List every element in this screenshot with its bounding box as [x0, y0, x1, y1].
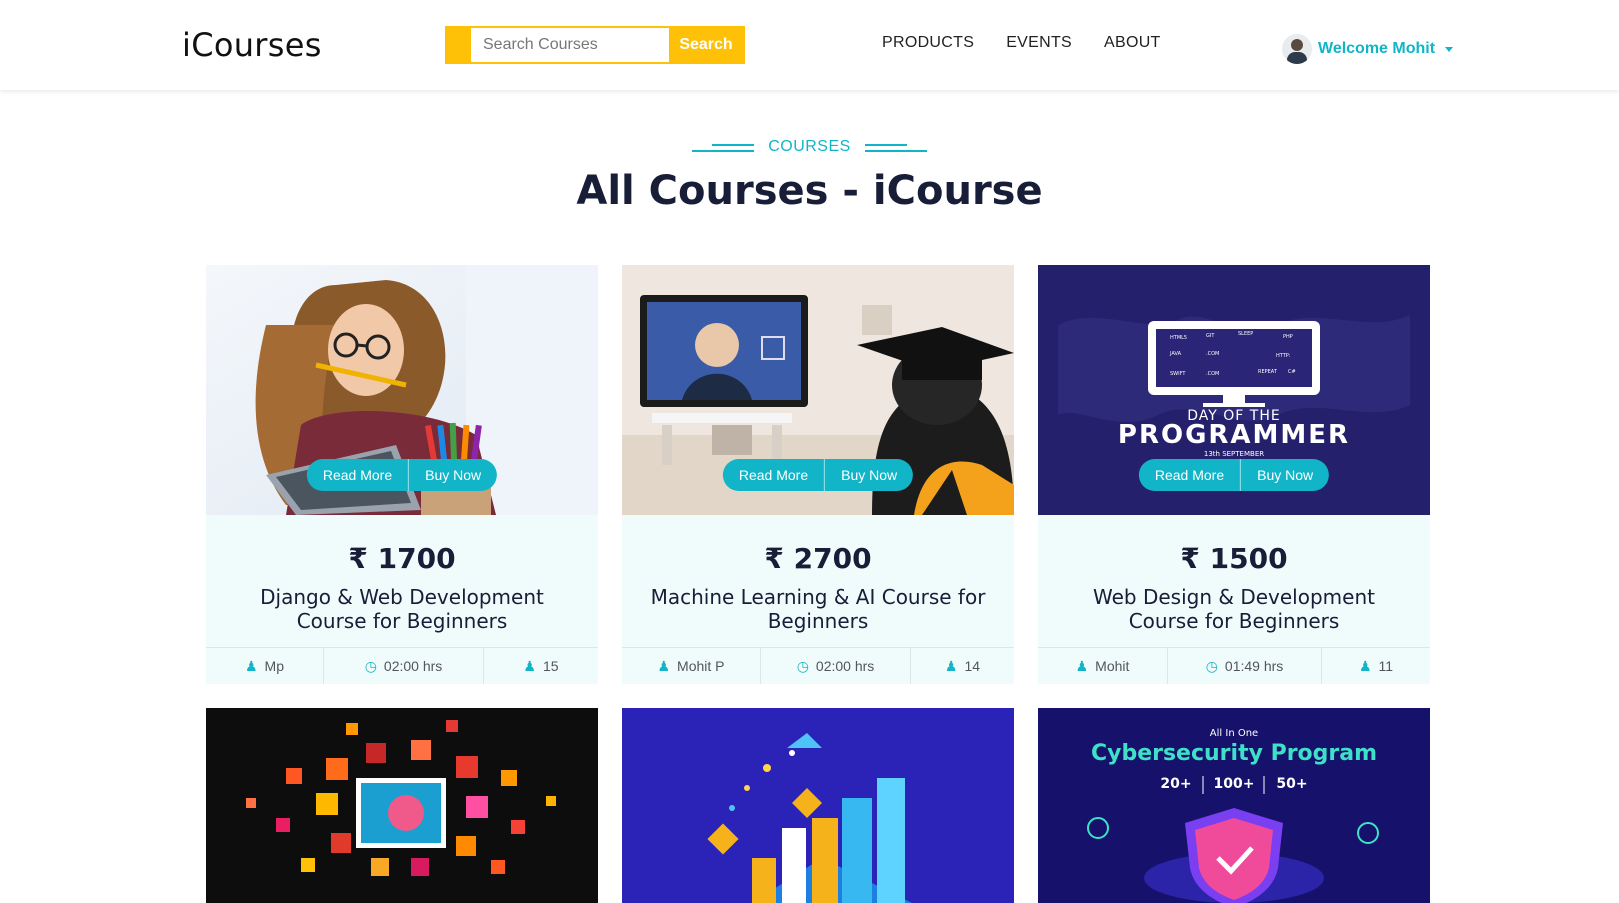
svg-text:.COM: .COM: [1206, 371, 1219, 377]
course-image: [622, 708, 1014, 903]
course-meta: ♟ Mp ◷ 02:00 hrs ♟ 15: [206, 647, 598, 684]
nav-products[interactable]: PRODUCTS: [882, 34, 974, 52]
course-image: All In One Cybersecurity Program 20+ 100…: [1038, 708, 1430, 903]
course-card: All In One Cybersecurity Program 20+ 100…: [1038, 708, 1430, 903]
course-image: [206, 708, 598, 903]
clock-icon: ◷: [364, 657, 377, 674]
author-name: Mp: [264, 658, 284, 674]
page-title: All Courses - iCourse: [576, 168, 1043, 214]
svg-text:.COM: .COM: [1206, 351, 1219, 357]
section-eyebrow: COURSES: [692, 138, 927, 156]
course-meta: ♟ Mohit ◷ 01:49 hrs ♟ 11: [1038, 647, 1430, 684]
nav-events[interactable]: EVENTS: [1006, 34, 1072, 52]
course-card: Read More Buy Now ₹ 1700 Django & Web De…: [206, 265, 598, 684]
svg-text:HTML5: HTML5: [1170, 335, 1187, 341]
duration-value: 02:00 hrs: [815, 658, 875, 674]
card-actions: Read More Buy Now: [306, 459, 498, 491]
banner-date: 13th SEPTEMBER: [1204, 450, 1264, 458]
search-button[interactable]: Search: [669, 28, 743, 62]
section-header: COURSES All Courses - iCourse: [0, 138, 1619, 214]
meta-students: ♟ 11: [1322, 648, 1430, 684]
duration-value: 01:49 hrs: [1224, 658, 1284, 674]
divider-left-icon: [692, 143, 755, 152]
card-actions: Read More Buy Now: [722, 459, 914, 491]
search-form: Search: [445, 26, 745, 64]
user-greeting: Welcome Mohit: [1318, 40, 1436, 57]
course-image: HTML5 GIT SLEEP PHP JAVA .COM HTTP: SWIFT .COM…: [1038, 265, 1430, 515]
eyebrow-text: COURSES: [768, 138, 851, 155]
user-icon: ♟: [523, 657, 536, 674]
svg-text:PHP: PHP: [1283, 334, 1293, 340]
course-card: Read More Buy Now ₹ 2700 Machine Learnin…: [622, 265, 1014, 684]
svg-text:HTTP:: HTTP:: [1276, 353, 1291, 359]
course-card: HTML5 GIT SLEEP PHP JAVA .COM HTTP: SWIFT .COM…: [1038, 265, 1430, 684]
chevron-down-icon: [1445, 46, 1454, 52]
user-icon: ♟: [944, 657, 958, 674]
meta-duration: ◷ 02:00 hrs: [761, 648, 911, 684]
students-count: 14: [964, 658, 981, 674]
buy-now-button[interactable]: Buy Now: [1240, 459, 1329, 491]
user-tie-icon: ♟: [1075, 657, 1089, 674]
students-count: 11: [1378, 658, 1394, 674]
svg-text:JAVA: JAVA: [1169, 351, 1182, 357]
user-tie-icon: ♟: [657, 657, 671, 674]
meta-duration: ◷ 02:00 hrs: [324, 648, 484, 684]
read-more-button[interactable]: Read More: [1139, 459, 1240, 491]
course-meta: ♟ Mohit P ◷ 02:00 hrs ♟ 14: [622, 647, 1014, 684]
banner-tag: All In One: [1210, 728, 1258, 739]
course-price: ₹ 2700: [764, 542, 872, 575]
course-image: Read More Buy Now: [206, 265, 598, 515]
course-title[interactable]: Web Design & Development Course for Begi…: [1058, 585, 1410, 633]
svg-text:GIT: GIT: [1206, 333, 1215, 339]
meta-duration: ◷ 01:49 hrs: [1168, 648, 1322, 684]
banner-title: Cybersecurity Program: [1091, 741, 1377, 766]
svg-text:REPEAT: REPEAT: [1258, 369, 1278, 375]
duration-value: 02:00 hrs: [383, 658, 443, 674]
banner-stat-3: 50+: [1276, 776, 1307, 792]
user-tie-icon: ♟: [244, 657, 258, 674]
nav-about[interactable]: ABOUT: [1104, 34, 1161, 52]
course-title[interactable]: Machine Learning & AI Course for Beginne…: [642, 585, 994, 633]
nav-links: PRODUCTS EVENTS ABOUT: [882, 34, 1161, 52]
read-more-button[interactable]: Read More: [723, 459, 824, 491]
buy-now-button[interactable]: Buy Now: [408, 459, 497, 491]
banner-stat-2: 100+: [1214, 776, 1255, 792]
course-card: [622, 708, 1014, 903]
course-card: [206, 708, 598, 903]
course-price: ₹ 1500: [1180, 542, 1288, 575]
user-icon: ♟: [1358, 657, 1372, 674]
navbar: iCourses Search PRODUCTS EVENTS ABOUT We…: [0, 0, 1619, 90]
avatar: [1282, 34, 1312, 64]
user-menu[interactable]: Welcome Mohit: [1282, 34, 1454, 64]
read-more-button[interactable]: Read More: [307, 459, 408, 491]
search-accent: [447, 28, 471, 62]
meta-students: ♟ 14: [911, 648, 1014, 684]
course-title[interactable]: Django & Web Development Course for Begi…: [226, 585, 578, 633]
clock-icon: ◷: [796, 657, 809, 674]
banner-stat-1: 20+: [1160, 776, 1191, 792]
brand-logo[interactable]: iCourses: [182, 26, 322, 64]
svg-text:SWIFT: SWIFT: [1170, 371, 1186, 377]
students-count: 15: [542, 658, 559, 674]
meta-author: ♟ Mohit: [1038, 648, 1168, 684]
meta-students: ♟ 15: [484, 648, 598, 684]
clock-icon: ◷: [1205, 657, 1218, 674]
author-name: Mohit: [1095, 658, 1130, 674]
svg-text:C#: C#: [1288, 369, 1296, 375]
meta-author: ♟ Mp: [206, 648, 324, 684]
course-image: Read More Buy Now: [622, 265, 1014, 515]
meta-author: ♟ Mohit P: [622, 648, 761, 684]
divider-right-icon: [864, 143, 927, 152]
course-price: ₹ 1700: [348, 542, 456, 575]
svg-text:SLEEP: SLEEP: [1238, 331, 1253, 337]
author-name: Mohit P: [677, 658, 725, 674]
search-input[interactable]: [471, 28, 669, 62]
banner-line2: PROGRAMMER: [1118, 420, 1350, 450]
buy-now-button[interactable]: Buy Now: [824, 459, 913, 491]
card-actions: Read More Buy Now: [1138, 459, 1330, 491]
